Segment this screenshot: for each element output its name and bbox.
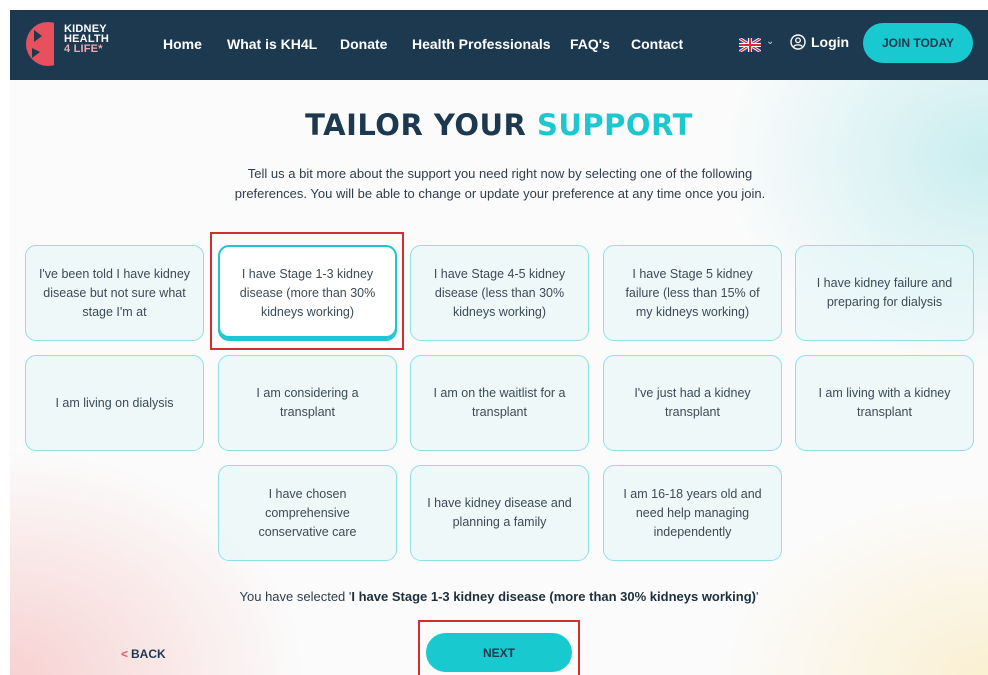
page-title: TAILOR YOUR SUPPORT <box>10 108 988 142</box>
user-circle-icon <box>790 34 806 50</box>
option-card-considering-transplant[interactable]: I am considering a transplant <box>218 355 397 451</box>
site-logo[interactable]: KIDNEY HEALTH 4 LIFE* <box>24 16 134 72</box>
option-card-16-18-years[interactable]: I am 16-18 years old and need help manag… <box>603 465 782 561</box>
option-card-planning-family[interactable]: I have kidney disease and planning a fam… <box>410 465 589 561</box>
selection-summary: You have selected 'I have Stage 1-3 kidn… <box>10 589 988 604</box>
login-link[interactable]: Login <box>790 34 849 50</box>
option-card-just-transplanted[interactable]: I've just had a kidney transplant <box>603 355 782 451</box>
selection-value: I have Stage 1-3 kidney disease (more th… <box>351 589 756 604</box>
page-subtitle: Tell us a bit more about the support you… <box>234 166 766 201</box>
option-card-on-dialysis[interactable]: I am living on dialysis <box>25 355 204 451</box>
option-card-stage-1-3[interactable]: I have Stage 1-3 kidney disease (more th… <box>218 245 397 341</box>
selection-suffix: ' <box>755 589 759 604</box>
uk-flag-icon[interactable] <box>739 38 761 52</box>
language-chevron-down-icon[interactable]: ⌄ <box>766 36 774 47</box>
option-card-stage-4-5[interactable]: I have Stage 4-5 kidney disease (less th… <box>410 245 589 341</box>
logo-line-3: 4 LIFE* <box>64 43 103 55</box>
option-card-preparing-dialysis[interactable]: I have kidney failure and preparing for … <box>795 245 974 341</box>
next-button[interactable]: NEXT <box>426 633 572 672</box>
top-navigation: KIDNEY HEALTH 4 LIFE* Home What is KH4L … <box>10 10 988 80</box>
option-card-waitlist-transplant[interactable]: I am on the waitlist for a transplant <box>410 355 589 451</box>
page-frame: KIDNEY HEALTH 4 LIFE* Home What is KH4L … <box>10 10 988 675</box>
title-part-1: TAILOR YOUR <box>305 108 537 142</box>
option-card-unsure-stage[interactable]: I've been told I have kidney disease but… <box>25 245 204 341</box>
nav-what-is-kh4l[interactable]: What is KH4L <box>227 36 317 52</box>
back-arrow-icon: < <box>121 647 129 661</box>
back-button[interactable]: < BACK <box>121 647 166 661</box>
option-card-conservative-care[interactable]: I have chosen comprehensive conservative… <box>218 465 397 561</box>
logo-wordmark: KIDNEY HEALTH 4 LIFE* <box>64 24 109 55</box>
nav-faqs[interactable]: FAQ's <box>570 36 610 52</box>
login-label: Login <box>811 34 850 50</box>
option-card-stage-5[interactable]: I have Stage 5 kidney failure (less than… <box>603 245 782 341</box>
nav-health-professionals[interactable]: Health Professionals <box>412 36 551 52</box>
join-today-button[interactable]: JOIN TODAY <box>863 23 973 63</box>
nav-home[interactable]: Home <box>163 36 202 52</box>
selection-prefix: You have selected ' <box>239 589 352 604</box>
nav-donate[interactable]: Donate <box>340 36 387 52</box>
title-part-2: SUPPORT <box>536 108 693 142</box>
nav-contact[interactable]: Contact <box>631 36 683 52</box>
option-card-living-with-transplant[interactable]: I am living with a kidney transplant <box>795 355 974 451</box>
back-label: BACK <box>131 647 166 661</box>
